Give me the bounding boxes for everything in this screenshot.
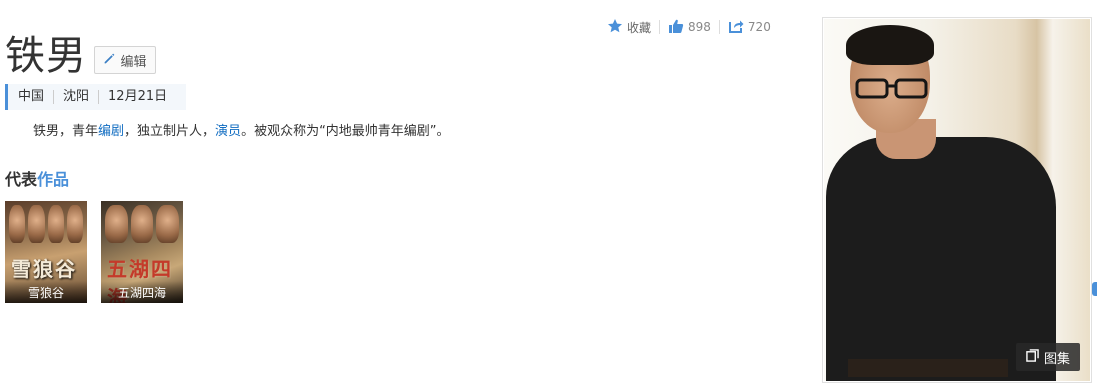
summary-text: 铁男，青年 [33, 124, 99, 139]
link-screenwriter[interactable]: 编剧 [98, 124, 124, 139]
favorite-label: 收藏 [627, 20, 652, 35]
like-count: 898 [688, 20, 711, 34]
section-title-prefix: 代表 [5, 170, 38, 189]
summary-text: ，独立制片人， [124, 124, 216, 139]
glasses [855, 78, 928, 99]
summary-text: 。被观众称为“内地最帅青年编剧”。 [241, 124, 450, 139]
work-caption: 五湖四海 [101, 281, 183, 303]
poster-faces [9, 205, 83, 243]
favorite-button[interactable]: 收藏 [607, 18, 659, 37]
star-icon [607, 18, 623, 37]
action-bar: 收藏 898 720 [607, 17, 779, 37]
work-card-wuhusihai[interactable]: 五湖四海 五湖四海 [101, 201, 183, 303]
tag-country: 中国 [18, 89, 45, 104]
belt [848, 359, 1008, 377]
share-icon [728, 18, 744, 37]
tag-birthday: 12月21日 [98, 90, 176, 104]
edit-button-label: 编辑 [120, 54, 147, 70]
photo-image: 图集 [824, 19, 1090, 381]
like-button[interactable]: 898 [660, 18, 719, 37]
work-card-xuelanggu[interactable]: 雪狼谷 雪狼谷 [5, 201, 87, 303]
summary: 铁男，青年编剧，独立制片人，演员。被观众称为“内地最帅青年编剧”。 [33, 122, 450, 142]
section-title-accent: 作品 [37, 170, 70, 189]
page-title: 铁男 [5, 33, 87, 79]
pencil-icon [103, 52, 116, 69]
gallery-button[interactable]: 图集 [1016, 343, 1080, 371]
link-actor[interactable]: 演员 [215, 124, 241, 139]
side-scroll-marker[interactable] [1092, 282, 1097, 296]
gallery-icon [1026, 348, 1039, 366]
poster-faces [105, 205, 180, 243]
poster-title-art: 雪狼谷 [11, 257, 77, 281]
works-list: 雪狼谷 雪狼谷 五湖四海 五湖四海 [5, 201, 183, 303]
thumbs-up-icon [668, 18, 684, 37]
work-caption: 雪狼谷 [5, 281, 87, 303]
person-hair [846, 25, 934, 65]
share-count: 720 [747, 20, 771, 34]
profile-photo[interactable]: 图集 [822, 17, 1092, 383]
share-button[interactable]: 720 [720, 18, 779, 37]
edit-button[interactable]: 编辑 [94, 46, 156, 74]
gallery-label: 图集 [1043, 351, 1070, 367]
works-section-title: 代表作品 [5, 166, 69, 190]
tag-city: 沈阳 [53, 90, 98, 104]
info-tags: 中国 沈阳 12月21日 [5, 84, 187, 110]
